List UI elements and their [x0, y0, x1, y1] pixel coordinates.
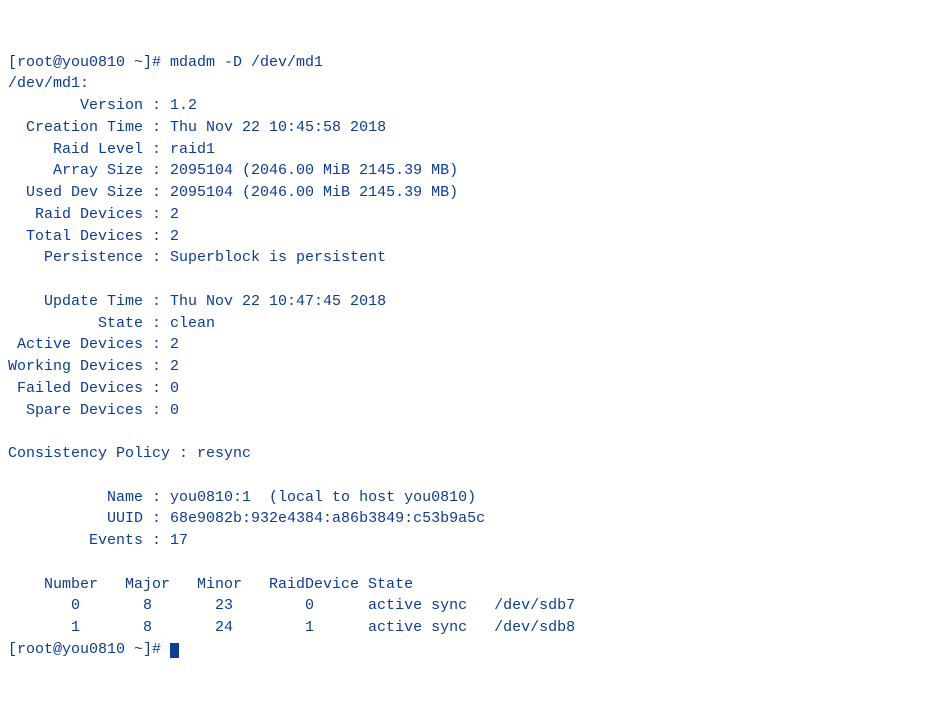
- failed-devices-value: 0: [161, 380, 179, 397]
- name-label: Name :: [8, 489, 161, 506]
- version-value: 1.2: [161, 97, 197, 114]
- prompt-line: [root@you0810 ~]# mdadm -D /dev/md1: [8, 54, 323, 71]
- used-dev-size-value: 2095104 (2046.00 MiB 2145.39 MB): [161, 184, 458, 201]
- total-devices-value: 2: [161, 228, 179, 245]
- name-value: you0810:1 (local to host you0810): [161, 489, 476, 506]
- working-devices-value: 2: [161, 358, 179, 375]
- uuid-value: 68e9082b:932e4384:a86b3849:c53b9a5c: [161, 510, 485, 527]
- spare-devices-label: Spare Devices :: [8, 402, 161, 419]
- active-devices-label: Active Devices :: [8, 336, 161, 353]
- raid-devices-value: 2: [161, 206, 179, 223]
- device-table-header: Number Major Minor RaidDevice State: [8, 576, 413, 593]
- array-size-value: 2095104 (2046.00 MiB 2145.39 MB): [161, 162, 458, 179]
- creation-time-label: Creation Time :: [8, 119, 161, 136]
- uuid-label: UUID :: [8, 510, 161, 527]
- raid-devices-label: Raid Devices :: [8, 206, 161, 223]
- working-devices-label: Working Devices :: [8, 358, 161, 375]
- table-row: 1 8 24 1 active sync /dev/sdb8: [8, 619, 575, 636]
- used-dev-size-label: Used Dev Size :: [8, 184, 161, 201]
- trailing-prompt[interactable]: [root@you0810 ~]#: [8, 641, 170, 658]
- persistence-value: Superblock is persistent: [161, 249, 386, 266]
- table-row: 0 8 23 0 active sync /dev/sdb7: [8, 597, 575, 614]
- active-devices-value: 2: [161, 336, 179, 353]
- raid-level-value: raid1: [161, 141, 215, 158]
- update-time-value: Thu Nov 22 10:47:45 2018: [161, 293, 386, 310]
- total-devices-label: Total Devices :: [8, 228, 161, 245]
- events-label: Events :: [8, 532, 161, 549]
- failed-devices-label: Failed Devices :: [8, 380, 161, 397]
- update-time-label: Update Time :: [8, 293, 161, 310]
- device-header: /dev/md1:: [8, 75, 89, 92]
- version-label: Version :: [8, 97, 161, 114]
- consistency-policy-value: resync: [188, 445, 251, 462]
- events-value: 17: [161, 532, 188, 549]
- array-size-label: Array Size :: [8, 162, 161, 179]
- persistence-label: Persistence :: [8, 249, 161, 266]
- creation-time-value: Thu Nov 22 10:45:58 2018: [161, 119, 386, 136]
- spare-devices-value: 0: [161, 402, 179, 419]
- cursor-icon: [170, 643, 179, 658]
- state-value: clean: [161, 315, 215, 332]
- raid-level-label: Raid Level :: [8, 141, 161, 158]
- state-label: State :: [8, 315, 161, 332]
- consistency-policy-label: Consistency Policy :: [8, 445, 188, 462]
